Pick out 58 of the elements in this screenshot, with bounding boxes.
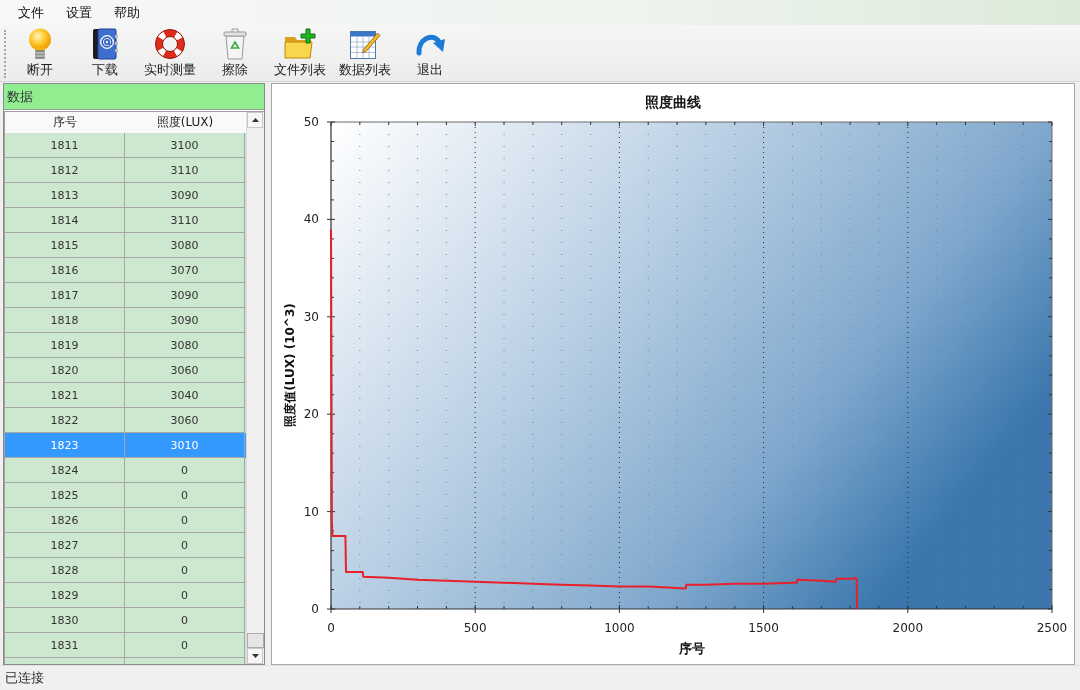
table-row[interactable]: 1819 3080	[5, 333, 246, 358]
lifebuoy-icon	[154, 28, 186, 60]
tick-label: 2500	[1036, 621, 1068, 635]
chart-title: 照度曲线	[645, 94, 701, 110]
tick-label: 1000	[604, 621, 635, 635]
scroll-down-button[interactable]	[247, 648, 263, 664]
tick-label: 0	[327, 621, 335, 635]
table-row[interactable]: 1830 0	[5, 608, 246, 633]
table-pencil-icon	[349, 28, 381, 60]
table-row[interactable]: 1822 3060	[5, 408, 246, 433]
table-row[interactable]: 1829 0	[5, 583, 246, 608]
table-row[interactable]: 1815 3080	[5, 233, 246, 258]
x-axis-title: 序号	[678, 641, 705, 656]
table-row[interactable]: 1824 0	[5, 458, 246, 483]
column-header[interactable]: 序号	[5, 112, 125, 133]
tick-label: 2000	[892, 621, 924, 635]
table-row[interactable]: 1816 3070	[5, 258, 246, 283]
tick-label: 1500	[748, 621, 779, 635]
tick-label: 500	[463, 621, 487, 635]
toolbar-button[interactable]: 实时测量	[139, 25, 201, 79]
folder-plus-icon	[284, 28, 316, 60]
panel-title: 数据	[4, 84, 264, 110]
table-row[interactable]: 1831 0	[5, 633, 246, 658]
toolbar-button[interactable]: 数据列表	[334, 25, 396, 79]
table-row[interactable]: 1820 3060	[5, 358, 246, 383]
table-row[interactable]: 1818 3090	[5, 308, 246, 333]
table-row[interactable]: 1827 0	[5, 533, 246, 558]
caret-down-icon	[251, 654, 259, 658]
tick-label: 10	[303, 504, 319, 519]
toolbar-button[interactable]: 文件列表	[269, 25, 331, 79]
table-row[interactable]: 1812 3110	[5, 158, 246, 183]
scrollbar-thumb[interactable]	[247, 633, 264, 648]
y-axis-title: 照度值(LUX) (10^3)	[283, 303, 297, 427]
caret-up-icon	[251, 118, 259, 122]
toolbar-button[interactable]: 断开	[9, 25, 71, 79]
scroll-up-button[interactable]	[247, 112, 263, 128]
tick-label: 30	[303, 309, 319, 324]
table-row[interactable]: 1828 0	[5, 558, 246, 583]
table-row[interactable]: 1817 3090	[5, 283, 246, 308]
column-header[interactable]: 照度(LUX)	[125, 112, 245, 133]
toolbar-button[interactable]: 退出	[399, 25, 461, 79]
toolbar-button[interactable]: 擦除	[204, 25, 266, 79]
table-row[interactable]: 1814 3110	[5, 208, 246, 233]
table-row[interactable]: 1821 3040	[5, 383, 246, 408]
toolbar-button[interactable]: 下载	[74, 25, 136, 79]
status-text: 已连接	[5, 669, 44, 687]
menu-item[interactable]: 文件	[7, 1, 55, 24]
table-row[interactable]: 1825 0	[5, 483, 246, 508]
table-row[interactable]: 1826 0	[5, 508, 246, 533]
tick-label: 20	[303, 407, 319, 422]
tick-label: 0	[311, 602, 319, 616]
menu-item[interactable]: 帮助	[103, 1, 151, 24]
table-row[interactable]: 1813 3090	[5, 183, 246, 208]
tick-label: 50	[303, 115, 319, 129]
tick-label: 40	[303, 212, 319, 227]
table-row[interactable]: 1811 3100	[5, 133, 246, 158]
menu-item[interactable]: 设置	[55, 1, 103, 24]
scrollbar[interactable]	[246, 112, 264, 664]
